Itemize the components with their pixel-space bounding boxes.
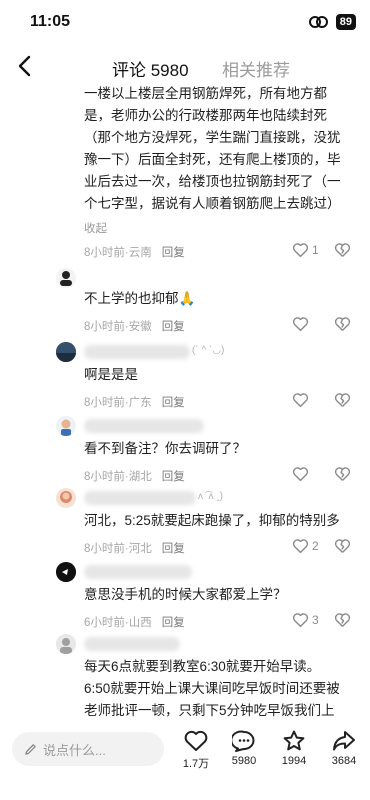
- like-button[interactable]: [292, 316, 312, 332]
- broken-heart-icon: [334, 467, 351, 481]
- back-button[interactable]: [12, 52, 40, 80]
- heart-icon: [184, 730, 208, 751]
- comment-input-placeholder: 说点什么...: [43, 742, 106, 758]
- avatar[interactable]: [56, 488, 76, 508]
- username-redacted: [84, 491, 196, 505]
- comment-text: 看不到备注？你去调研了？: [84, 441, 246, 456]
- username-suffix: (´ ^ `◡): [192, 345, 225, 356]
- comment-meta: 8小时前·湖北 回复: [84, 471, 185, 483]
- share-button[interactable]: 3684: [324, 730, 364, 767]
- like-count: 2: [312, 539, 319, 553]
- like-button[interactable]: 1: [292, 242, 319, 258]
- favorites-count: 1994: [281, 755, 307, 767]
- reply-button[interactable]: 回复: [162, 397, 185, 409]
- chevron-left-icon: [18, 55, 31, 77]
- reply-button[interactable]: 回复: [162, 321, 185, 333]
- comment-text: 河北，5:25就要起床跑操了，抑郁的特别多: [84, 513, 340, 528]
- reply-button[interactable]: 回复: [162, 543, 185, 555]
- heart-icon: [292, 539, 309, 554]
- avatar[interactable]: [56, 634, 76, 654]
- heart-icon: [292, 393, 309, 408]
- comment-meta: 6小时前·山西 回复: [84, 617, 185, 629]
- status-indicators: 89: [308, 14, 356, 30]
- comment-text: 不上学的也抑郁🙏: [84, 291, 196, 306]
- dislike-button[interactable]: [334, 392, 351, 413]
- username-suffix: ʌ ͡ ʌ ꞈ): [198, 491, 223, 502]
- reply-button[interactable]: 回复: [162, 247, 185, 259]
- broken-heart-icon: [334, 243, 351, 257]
- like-count: 1: [312, 243, 319, 257]
- like-count: 3: [312, 613, 319, 627]
- comment-bubble-icon: [232, 730, 255, 752]
- like-button[interactable]: [292, 466, 312, 482]
- likes-count: 1.7万: [182, 758, 210, 770]
- shares-count: 3684: [331, 755, 357, 767]
- heart-icon: [292, 467, 309, 482]
- username-redacted: [84, 419, 204, 433]
- pencil-icon: [25, 743, 36, 755]
- avatar[interactable]: [56, 562, 76, 582]
- username-redacted: [84, 637, 180, 651]
- star-icon: [283, 730, 305, 751]
- comments-list[interactable]: 一楼以上楼层全用钢筋焊死，所有地方都 是，老师办公的行政楼那两年也陆续封死 （那…: [0, 86, 370, 726]
- dislike-button[interactable]: [334, 538, 351, 559]
- status-time: 11:05: [30, 13, 71, 30]
- reply-button[interactable]: 回复: [162, 617, 185, 629]
- share-arrow-icon: [333, 731, 355, 751]
- bottom-action-bar: 说点什么... 1.7万 5980 1994 3684: [0, 726, 370, 800]
- like-button[interactable]: 2: [292, 538, 319, 554]
- dislike-button[interactable]: [334, 612, 351, 633]
- broken-heart-icon: [334, 613, 351, 627]
- like-button[interactable]: 3: [292, 612, 319, 628]
- heart-icon: [292, 317, 309, 332]
- broken-heart-icon: [334, 539, 351, 553]
- heart-icon: [292, 613, 309, 628]
- like-post-button[interactable]: 1.7万: [176, 730, 216, 771]
- reply-button[interactable]: 回复: [162, 471, 185, 483]
- avatar[interactable]: [56, 342, 76, 362]
- comments-header: 评论 5980 相关推荐: [0, 46, 370, 86]
- broken-heart-icon: [334, 393, 351, 407]
- comment-text: 啊是是是: [84, 367, 138, 382]
- dislike-button[interactable]: [334, 242, 351, 263]
- broken-heart-icon: [334, 317, 351, 331]
- dislike-button[interactable]: [334, 466, 351, 487]
- collapse-button[interactable]: 收起: [84, 220, 107, 236]
- status-bar: 11:05 89: [0, 0, 370, 44]
- avatar[interactable]: [56, 268, 76, 288]
- comments-count: 5980: [231, 755, 257, 767]
- comment-meta: 8小时前·安徽 回复: [84, 321, 185, 333]
- link-icon: [308, 15, 330, 29]
- comments-button[interactable]: 5980: [224, 730, 264, 767]
- battery-indicator: 89: [335, 14, 356, 30]
- favorite-button[interactable]: 1994: [274, 730, 314, 767]
- comment-text: 意思没手机的时候大家都爱上学？: [84, 587, 287, 602]
- comment-meta: 8小时前·河北 回复: [84, 543, 185, 555]
- comment-meta: 8小时前·广东 回复: [84, 397, 185, 409]
- comment-text: 一楼以上楼层全用钢筋焊死，所有地方都 是，老师办公的行政楼那两年也陆续封死 （那…: [84, 86, 341, 211]
- tab-related[interactable]: 相关推荐: [222, 56, 290, 81]
- dislike-button[interactable]: [334, 316, 351, 337]
- username-redacted: [84, 565, 192, 579]
- username-redacted: [84, 345, 190, 359]
- tab-comments[interactable]: 评论 5980: [112, 56, 189, 81]
- comment-input[interactable]: 说点什么...: [12, 732, 164, 766]
- heart-icon: [292, 243, 309, 258]
- comment-meta: 8小时前·云南 回复: [84, 247, 185, 259]
- comment-text: 每天6点就要到教室6:30就要开始早读。 6:50就要开始上课大课间吃早饭时间还…: [84, 659, 340, 718]
- avatar[interactable]: [56, 416, 76, 436]
- like-button[interactable]: [292, 392, 312, 408]
